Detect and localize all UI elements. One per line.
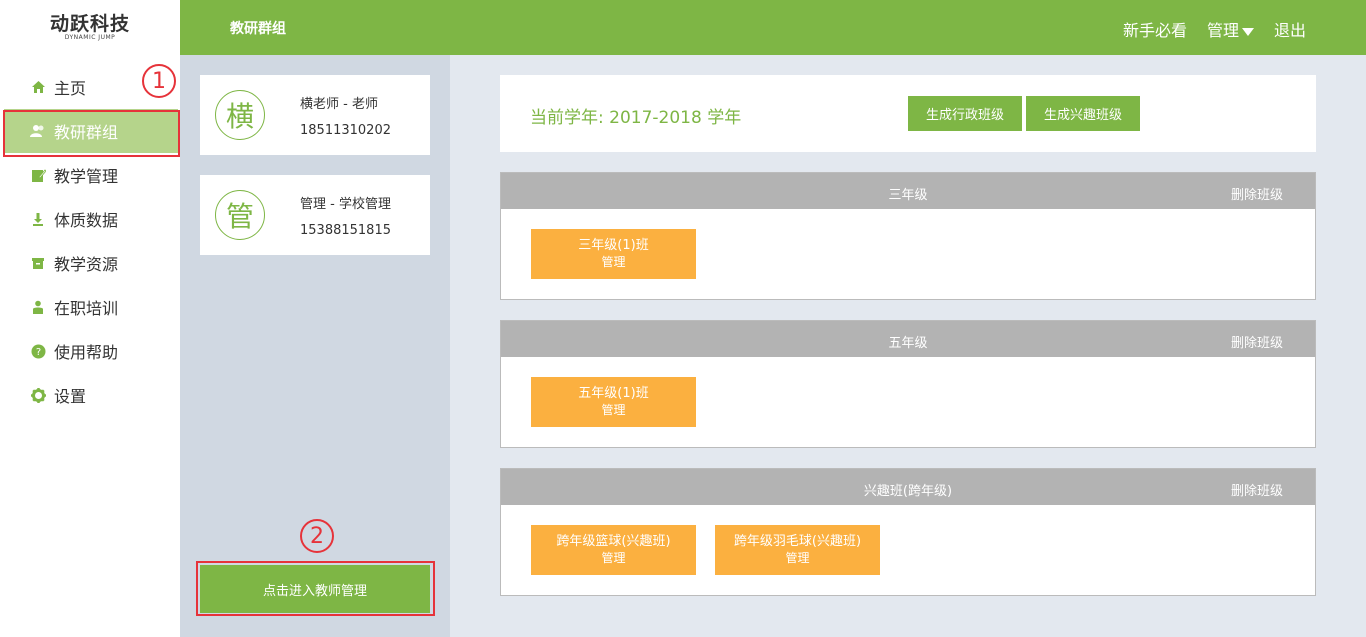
sidebar-item-label: 设置 [54,387,87,406]
contact-card[interactable]: 管 管理 - 学校管理 15388151815 [200,175,430,255]
sidebar-nav: 主页 教研群组 教学管理 体质数据 教学资源 在职培训 ? 使用帮助 设置 [0,65,180,417]
edit-icon [30,167,46,183]
class-card[interactable]: 五年级(1)班 管理 [531,377,696,427]
logout-link[interactable]: 退出 [1274,17,1306,41]
grade-section: 三年级 删除班级 三年级(1)班 管理 [500,172,1316,300]
enter-teacher-management-button[interactable]: 点击进入教师管理 [200,565,430,613]
sidebar-item-label: 主页 [54,79,87,98]
sidebar-item-label: 使用帮助 [54,343,119,362]
class-manage-label: 管理 [601,403,626,417]
sidebar: 动跃科技 DYNAMIC JUMP 主页 教研群组 教学管理 体质数据 教学资源… [0,0,180,637]
grade-name: 五年级 [888,336,928,351]
logo-subtext: DYNAMIC JUMP [64,33,116,41]
contact-phone: 15388151815 [300,223,391,238]
grade-name: 三年级 [888,188,928,203]
delete-class-link[interactable]: 删除班级 [1231,184,1283,203]
gear-icon [30,387,46,403]
sidebar-item-resources[interactable]: 教学资源 [0,241,180,285]
contact-name: 横老师 - 老师 [300,97,378,112]
contact-panel: 横 横老师 - 老师 18511310202 管 管理 - 学校管理 15388… [180,55,450,637]
school-year-panel: 当前学年: 2017-2018 学年 生成行政班级 生成兴趣班级 [500,75,1316,152]
class-name: 跨年级篮球(兴趣班) [556,534,671,549]
newbie-guide-link[interactable]: 新手必看 [1123,17,1187,41]
grade-section: 五年级 删除班级 五年级(1)班 管理 [500,320,1316,448]
avatar: 横 [215,90,265,140]
grade-header: 兴趣班(跨年级) 删除班级 [501,469,1315,505]
class-manage-label: 管理 [601,255,626,269]
class-card[interactable]: 跨年级羽毛球(兴趣班) 管理 [715,525,880,575]
generate-interest-class-button[interactable]: 生成兴趣班级 [1026,96,1140,131]
sidebar-item-help[interactable]: ? 使用帮助 [0,329,180,373]
class-name: 五年级(1)班 [578,386,649,401]
manage-menu-label: 管理 [1206,21,1239,40]
logo-text: 动跃科技 [49,12,130,35]
generate-admin-class-button[interactable]: 生成行政班级 [908,96,1022,131]
sidebar-item-physical-data[interactable]: 体质数据 [0,197,180,241]
sidebar-item-research-group[interactable]: 教研群组 [4,109,178,153]
grade-name: 兴趣班(跨年级) [863,484,953,499]
grade-header: 三年级 删除班级 [501,173,1315,209]
svg-text:?: ? [35,347,40,358]
grade-header: 五年级 删除班级 [501,321,1315,357]
sidebar-item-label: 教学资源 [54,255,119,274]
logo[interactable]: 动跃科技 DYNAMIC JUMP [0,0,180,55]
sidebar-item-label: 教研群组 [54,123,119,142]
class-card[interactable]: 三年级(1)班 管理 [531,229,696,279]
top-header: 教研群组 新手必看 管理 退出 [180,0,1366,55]
manage-menu[interactable]: 管理 [1207,17,1254,41]
class-name: 三年级(1)班 [578,238,649,253]
annotation-number-1: 1 [142,64,176,98]
sidebar-item-settings[interactable]: 设置 [0,373,180,417]
contact-phone: 18511310202 [300,123,391,138]
caret-down-icon [1241,27,1254,36]
contact-card[interactable]: 横 横老师 - 老师 18511310202 [200,75,430,155]
users-icon [30,123,46,139]
sidebar-item-training[interactable]: 在职培训 [0,285,180,329]
class-card[interactable]: 跨年级篮球(兴趣班) 管理 [531,525,696,575]
person-icon [30,299,46,315]
delete-class-link[interactable]: 删除班级 [1231,480,1283,499]
annotation-number-2: 2 [300,519,334,553]
delete-class-link[interactable]: 删除班级 [1231,332,1283,351]
header-links: 新手必看 管理 退出 [1123,17,1306,41]
sidebar-item-label: 在职培训 [54,299,119,318]
class-manage-label: 管理 [785,551,810,565]
contact-name: 管理 - 学校管理 [300,197,391,212]
grade-section: 兴趣班(跨年级) 删除班级 跨年级篮球(兴趣班) 管理 跨年级羽毛球(兴趣班) … [500,468,1316,596]
help-icon: ? [30,343,46,359]
current-school-year: 当前学年: 2017-2018 学年 [530,108,742,128]
sidebar-item-label: 体质数据 [54,211,119,230]
download-icon [30,211,46,227]
page-title: 教研群组 [230,21,286,37]
box-icon [30,255,46,271]
class-name: 跨年级羽毛球(兴趣班) [733,534,862,549]
home-icon [30,79,46,95]
sidebar-item-label: 教学管理 [54,167,119,186]
sidebar-item-teaching[interactable]: 教学管理 [0,153,180,197]
class-manage-label: 管理 [601,551,626,565]
avatar: 管 [215,190,265,240]
